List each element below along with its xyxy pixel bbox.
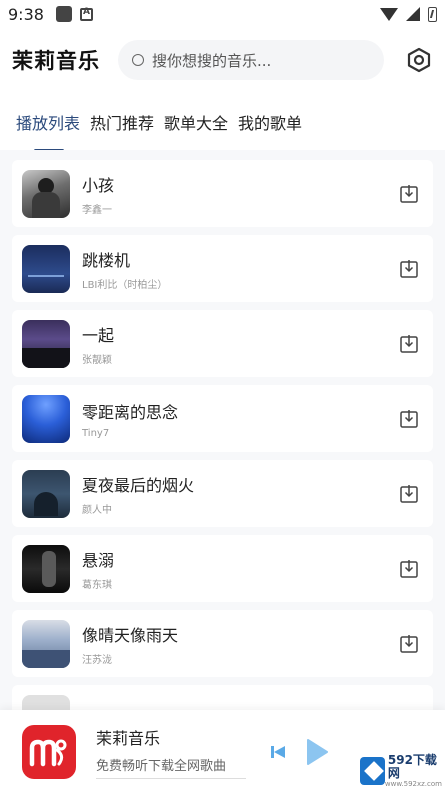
album-cover [22,694,70,710]
song-row[interactable]: 一起 张靓颖 [12,310,433,377]
song-title: 悬溺 [82,550,115,570]
download-icon[interactable] [399,484,419,504]
album-cover [22,394,70,443]
song-row-partial[interactable] [12,685,433,710]
song-title: 跳楼机 [82,250,131,270]
tab-label: 歌单大全 [164,114,229,133]
player-subtitle: 免费畅听下载全网歌曲 [96,755,246,779]
search-placeholder: 搜你想搜的音乐... [152,51,272,70]
download-icon[interactable] [399,334,419,354]
song-artist: LBI利比（时柏尘） [82,279,168,291]
song-row[interactable]: 小孩 李鑫一 [12,160,433,227]
watermark-text: 592下载网 [387,752,437,780]
notification-keyboard-icon [79,7,93,21]
song-row[interactable]: 跳楼机 LBI利比（时柏尘） [12,235,433,302]
search-input[interactable]: 搜你想搜的音乐... [118,40,384,80]
song-title: 像晴天像雨天 [82,625,179,645]
play-icon[interactable] [306,739,328,765]
previous-track-icon[interactable] [270,744,286,760]
status-time: 9:38 [8,4,44,24]
download-icon[interactable] [399,184,419,204]
album-cover [22,619,70,668]
watermark-logo-icon [360,757,385,785]
album-cover [22,244,70,293]
song-row[interactable]: 悬溺 葛东琪 [12,535,433,602]
status-icons [380,6,437,22]
watermark: 592下载网 www.592xz.com [360,752,442,790]
download-icon[interactable] [399,559,419,579]
download-icon[interactable] [399,634,419,654]
song-list: 小孩 李鑫一 跳楼机 LBI利比（时柏尘） 一起 张靓颖 零距离的思念 Tiny… [0,150,445,710]
song-artist: Tiny7 [82,427,110,439]
song-row[interactable]: 零距离的思念 Tiny7 [12,385,433,452]
settings-button[interactable] [405,46,433,74]
song-artist: 颜人中 [82,504,112,516]
notification-app-icon [55,6,72,22]
tab-label: 我的歌单 [238,114,303,133]
download-icon[interactable] [399,409,419,429]
song-row[interactable]: 像晴天像雨天 汪苏泷 [12,610,433,677]
tab-playlist[interactable]: 播放列表 [16,110,81,152]
song-title: 零距离的思念 [82,402,179,422]
category-tabs: 播放列表 热门推荐 歌单大全 我的歌单 [0,110,445,152]
album-cover [22,169,70,218]
album-cover [22,544,70,593]
tab-hot-recommend[interactable]: 热门推荐 [90,110,154,144]
watermark-url: www.592xz.com [384,780,442,789]
tab-label: 热门推荐 [90,114,155,133]
battery-charging-icon [428,6,437,22]
wifi-icon [380,7,398,21]
status-bar: 9:38 [0,0,445,28]
song-artist: 汪苏泷 [82,654,112,666]
app-logo-icon [29,739,67,767]
album-cover [22,469,70,518]
tab-label: 播放列表 [16,114,81,133]
app-title: 茉莉音乐 [12,49,100,73]
song-artist: 张靓颖 [82,354,112,366]
song-artist: 葛东琪 [82,579,112,591]
signal-icon [406,7,420,21]
song-row[interactable]: 夏夜最后的烟火 颜人中 [12,460,433,527]
search-icon [132,54,144,66]
song-title: 小孩 [82,175,115,195]
hexagon-settings-icon [407,47,431,73]
download-icon[interactable] [399,259,419,279]
tab-my-playlists[interactable]: 我的歌单 [238,110,302,144]
tab-playlist-collection[interactable]: 歌单大全 [164,110,228,144]
player-title: 茉莉音乐 [96,729,161,748]
album-cover [22,319,70,368]
song-title: 夏夜最后的烟火 [82,475,195,495]
app-header: 茉莉音乐 搜你想搜的音乐... [0,38,445,82]
app-logo [22,725,76,779]
song-title: 一起 [82,325,115,345]
song-artist: 李鑫一 [82,204,112,216]
